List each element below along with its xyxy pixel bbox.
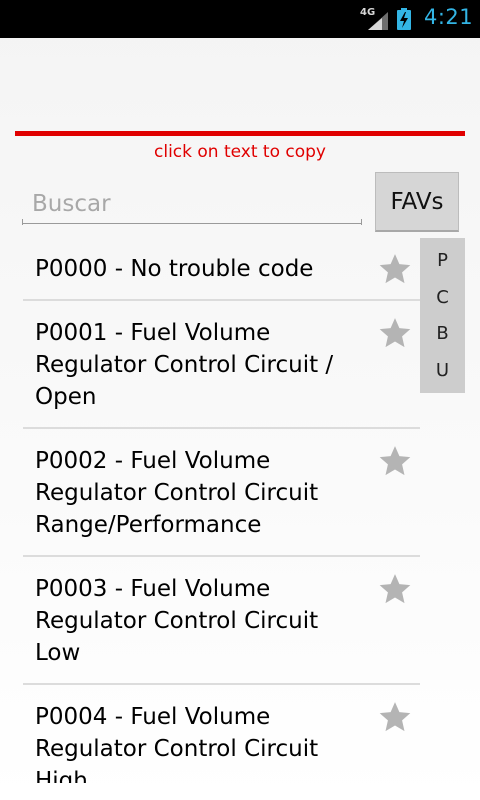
code-label[interactable]: P0004 - Fuel Volume Regulator Control Ci… <box>35 701 360 783</box>
red-divider <box>15 131 465 136</box>
signal-icon <box>368 12 388 30</box>
list-item[interactable]: P0000 - No trouble code <box>23 237 420 301</box>
status-bar: 4G 4:21 <box>0 0 480 38</box>
star-icon[interactable] <box>378 572 412 606</box>
index-letter[interactable]: C <box>436 287 449 308</box>
favs-button[interactable]: FAVs <box>375 172 459 232</box>
star-icon[interactable] <box>378 700 412 734</box>
code-label[interactable]: P0002 - Fuel Volume Regulator Control Ci… <box>35 445 360 541</box>
code-label[interactable]: P0003 - Fuel Volume Regulator Control Ci… <box>35 573 360 669</box>
list-item[interactable]: P0001 - Fuel Volume Regulator Control Ci… <box>23 301 420 429</box>
clock: 4:21 <box>424 5 474 29</box>
index-letter[interactable]: B <box>436 323 448 344</box>
search-underline-left <box>22 219 23 225</box>
search-input[interactable] <box>22 184 362 224</box>
category-index: PCBU <box>420 238 465 393</box>
code-list[interactable]: P0000 - No trouble code P0001 - Fuel Volu… <box>23 237 420 783</box>
star-icon[interactable] <box>378 444 412 478</box>
list-item[interactable]: P0004 - Fuel Volume Regulator Control Ci… <box>23 685 420 783</box>
battery-charging-icon <box>397 8 411 30</box>
code-label[interactable]: P0000 - No trouble code <box>35 253 360 285</box>
star-icon[interactable] <box>378 252 412 286</box>
index-letter[interactable]: U <box>436 360 449 381</box>
list-item[interactable]: P0002 - Fuel Volume Regulator Control Ci… <box>23 429 420 557</box>
index-letter[interactable]: P <box>437 250 448 271</box>
star-icon[interactable] <box>378 316 412 350</box>
code-label[interactable]: P0001 - Fuel Volume Regulator Control Ci… <box>35 317 360 413</box>
list-item[interactable]: P0003 - Fuel Volume Regulator Control Ci… <box>23 557 420 685</box>
search-underline-right <box>361 219 362 225</box>
copy-hint: click on text to copy <box>154 142 326 162</box>
